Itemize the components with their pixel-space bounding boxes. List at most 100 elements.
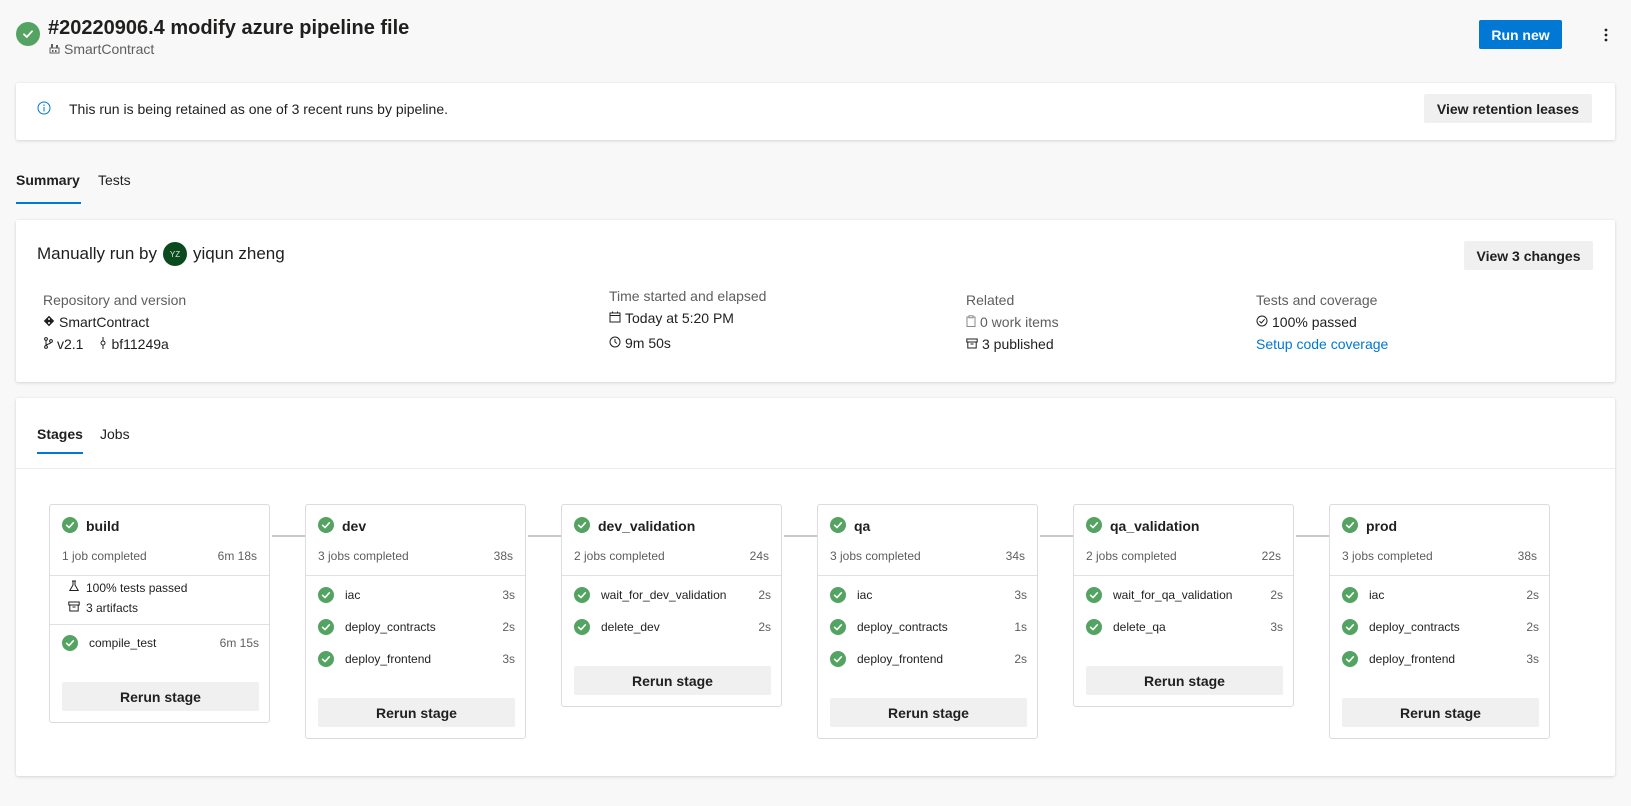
- job-success-icon: [1342, 619, 1358, 638]
- retention-text: This run is being retained as one of 3 r…: [69, 101, 449, 117]
- job-name: deploy_frontend: [1369, 652, 1456, 666]
- tab-jobs[interactable]: Jobs: [100, 426, 130, 442]
- manual-run-label: Manually run by: [37, 244, 158, 263]
- stage-connector: [1296, 535, 1329, 537]
- rerun-stage-button[interactable]: Rerun stage: [1342, 698, 1539, 727]
- stage-tests-summary[interactable]: 100% tests passed: [68, 580, 187, 595]
- job-name: iac: [857, 588, 873, 602]
- more-actions-icon[interactable]: [1596, 21, 1616, 49]
- job-row[interactable]: iac 3s: [318, 586, 515, 604]
- rerun-stage-button[interactable]: Rerun stage: [574, 666, 771, 695]
- repo-heading: Repository and version: [43, 292, 187, 308]
- job-success-icon: [318, 587, 334, 606]
- rerun-stage-button[interactable]: Rerun stage: [318, 698, 515, 727]
- job-duration: 2s: [758, 620, 771, 634]
- rerun-stage-button[interactable]: Rerun stage: [1086, 666, 1283, 695]
- stage-success-icon: [1342, 517, 1358, 538]
- job-name: deploy_frontend: [857, 652, 944, 666]
- beaker-icon: [68, 580, 80, 595]
- stage-name: dev_validation: [598, 518, 696, 534]
- user-name[interactable]: yiqun zheng: [193, 244, 285, 264]
- job-name: iac: [1369, 588, 1385, 602]
- stage-connector: [272, 535, 305, 537]
- view-retention-leases-button[interactable]: View retention leases: [1424, 94, 1592, 123]
- stage-card-dev[interactable]: dev 3 jobs completed 38s iac 3s deploy_c…: [305, 504, 526, 739]
- stage-meta: 3 jobs completed: [830, 549, 921, 563]
- stage-tests-passed: 100% tests passed: [86, 580, 188, 595]
- stage-artifacts[interactable]: 3 artifacts: [68, 600, 138, 615]
- job-row[interactable]: wait_for_qa_validation 2s: [1086, 586, 1283, 604]
- summary-card: Manually run by YZ yiqun zheng View 3 ch…: [16, 220, 1615, 382]
- tests-heading: Tests and coverage: [1256, 292, 1378, 308]
- job-name: wait_for_dev_validation: [601, 588, 727, 602]
- job-name: deploy_contracts: [1369, 620, 1460, 634]
- job-row[interactable]: deploy_frontend 2s: [830, 650, 1027, 668]
- job-name: compile_test: [89, 636, 157, 650]
- stage-card-dev-validation[interactable]: dev_validation 2 jobs completed 24s wait…: [561, 504, 782, 707]
- run-new-button[interactable]: Run new: [1479, 20, 1562, 49]
- job-row[interactable]: iac 2s: [1342, 586, 1539, 604]
- published-row[interactable]: 3 published: [966, 336, 1059, 352]
- stage-card-qa-validation[interactable]: qa_validation 2 jobs completed 22s wait_…: [1073, 504, 1294, 707]
- job-success-icon: [318, 651, 334, 670]
- setup-code-coverage-link[interactable]: Setup code coverage: [1256, 336, 1388, 352]
- project-link[interactable]: SmartContract: [49, 41, 154, 57]
- tab-tests[interactable]: Tests: [98, 172, 131, 188]
- job-duration: 3s: [1526, 652, 1539, 666]
- job-success-icon: [318, 619, 334, 638]
- stages-divider: [16, 468, 1615, 469]
- git-repo-icon: [43, 314, 55, 330]
- job-row[interactable]: iac 3s: [830, 586, 1027, 604]
- job-row[interactable]: wait_for_dev_validation 2s: [574, 586, 771, 604]
- job-row[interactable]: delete_dev 2s: [574, 618, 771, 636]
- stage-card-prod[interactable]: prod 3 jobs completed 38s iac 2s deploy_…: [1329, 504, 1550, 739]
- stage-connector: [1040, 535, 1073, 537]
- job-duration: 3s: [502, 588, 515, 602]
- job-row[interactable]: deploy_frontend 3s: [318, 650, 515, 668]
- rerun-stage-button[interactable]: Rerun stage: [830, 698, 1027, 727]
- stage-duration: 24s: [749, 549, 769, 563]
- job-row[interactable]: deploy_contracts 2s: [318, 618, 515, 636]
- job-row[interactable]: deploy_frontend 3s: [1342, 650, 1539, 668]
- job-success-icon: [1086, 587, 1102, 606]
- view-changes-button[interactable]: View 3 changes: [1464, 241, 1593, 270]
- job-row[interactable]: delete_qa 3s: [1086, 618, 1283, 636]
- job-success-icon: [830, 651, 846, 670]
- retention-banner: This run is being retained as one of 3 r…: [16, 83, 1615, 140]
- repo-name: SmartContract: [59, 314, 150, 330]
- stage-card-qa[interactable]: qa 3 jobs completed 34s iac 3s deploy_co…: [817, 504, 1038, 739]
- rerun-stage-button[interactable]: Rerun stage: [62, 682, 259, 711]
- run-header: #20220906.4 modify azure pipeline file S…: [16, 16, 1615, 60]
- stage-duration: 22s: [1261, 549, 1281, 563]
- repo-row[interactable]: SmartContract: [43, 314, 186, 330]
- stage-meta: 2 jobs completed: [1086, 549, 1177, 563]
- clock-icon: [609, 335, 621, 351]
- job-duration: 6m 15s: [219, 636, 259, 650]
- stage-name: dev: [342, 518, 367, 534]
- clipboard-icon: [966, 314, 976, 330]
- job-duration: 2s: [1526, 588, 1539, 602]
- job-row[interactable]: compile_test 6m 15s: [62, 634, 259, 652]
- branch-name[interactable]: v2.1: [57, 336, 83, 352]
- job-duration: 3s: [1270, 620, 1283, 634]
- tab-stages[interactable]: Stages: [37, 426, 83, 442]
- tab-summary[interactable]: Summary: [16, 172, 80, 188]
- commit-hash[interactable]: bf11249a: [111, 336, 168, 352]
- job-duration: 1s: [1014, 620, 1027, 634]
- run-title: #20220906.4 modify azure pipeline file: [48, 17, 410, 39]
- job-success-icon: [830, 619, 846, 638]
- repo-section: Repository and version SmartContract v2.…: [43, 292, 186, 352]
- stage-meta: 1 job completed: [62, 549, 147, 563]
- stage-name: build: [86, 518, 120, 534]
- elapsed-time: 9m 50s: [625, 335, 671, 351]
- tests-passed-row[interactable]: 100% passed: [1256, 314, 1388, 330]
- stage-name: prod: [1366, 518, 1398, 534]
- job-duration: 2s: [1270, 588, 1283, 602]
- info-icon: [37, 101, 51, 120]
- project-name: SmartContract: [64, 41, 155, 57]
- job-row[interactable]: deploy_contracts 1s: [830, 618, 1027, 636]
- stage-meta: 3 jobs completed: [1342, 549, 1433, 563]
- stage-card-build[interactable]: build 1 job completed 6m 18s 100% tests …: [49, 504, 270, 723]
- stage-duration: 6m 18s: [217, 549, 257, 563]
- job-row[interactable]: deploy_contracts 2s: [1342, 618, 1539, 636]
